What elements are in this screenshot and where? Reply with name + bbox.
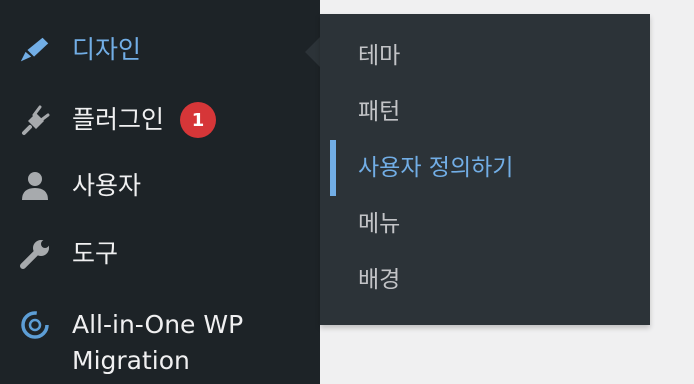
submenu-item-label: 배경 bbox=[358, 267, 401, 293]
admin-sidebar: 디자인 플러그인 1 사용자 도구 All-in-One WP Migratio… bbox=[0, 0, 320, 384]
submenu-item-themes[interactable]: 테마 bbox=[320, 28, 650, 84]
submenu-item-customize[interactable]: 사용자 정의하기 bbox=[320, 140, 650, 196]
current-item-marker bbox=[330, 140, 336, 196]
sidebar-item-label-line2: Migration bbox=[72, 346, 190, 375]
submenu-item-label: 사용자 정의하기 bbox=[358, 155, 514, 181]
sidebar-item-label: 도구 bbox=[72, 239, 119, 268]
sidebar-item-appearance[interactable]: 디자인 bbox=[0, 31, 320, 69]
plugin-icon bbox=[18, 103, 52, 137]
sidebar-item-plugins[interactable]: 플러그인 1 bbox=[0, 101, 320, 139]
sidebar-item-label: 디자인 bbox=[72, 35, 142, 64]
submenu-item-background[interactable]: 배경 bbox=[320, 252, 650, 308]
sidebar-item-tools[interactable]: 도구 bbox=[0, 235, 320, 273]
user-icon bbox=[18, 169, 52, 203]
sidebar-item-users[interactable]: 사용자 bbox=[0, 167, 320, 205]
submenu-item-label: 메뉴 bbox=[358, 211, 401, 237]
paintbrush-icon bbox=[18, 33, 52, 67]
submenu-item-menus[interactable]: 메뉴 bbox=[320, 196, 650, 252]
submenu-item-label: 테마 bbox=[358, 43, 401, 69]
submenu-item-label: 패턴 bbox=[358, 99, 401, 125]
wrench-icon bbox=[18, 237, 52, 271]
sidebar-item-all-in-one-wp-migration[interactable]: All-in-One WP Migration bbox=[0, 306, 320, 382]
submenu-item-patterns[interactable]: 패턴 bbox=[320, 84, 650, 140]
sidebar-item-label: 사용자 bbox=[72, 171, 142, 200]
migration-icon bbox=[18, 308, 52, 342]
appearance-submenu: 테마 패턴 사용자 정의하기 메뉴 배경 bbox=[320, 14, 650, 325]
update-count-badge: 1 bbox=[180, 102, 216, 138]
sidebar-item-label-line1: All-in-One WP bbox=[72, 310, 244, 339]
sidebar-item-label: 플러그인 bbox=[72, 105, 165, 134]
submenu-pointer bbox=[305, 37, 320, 67]
